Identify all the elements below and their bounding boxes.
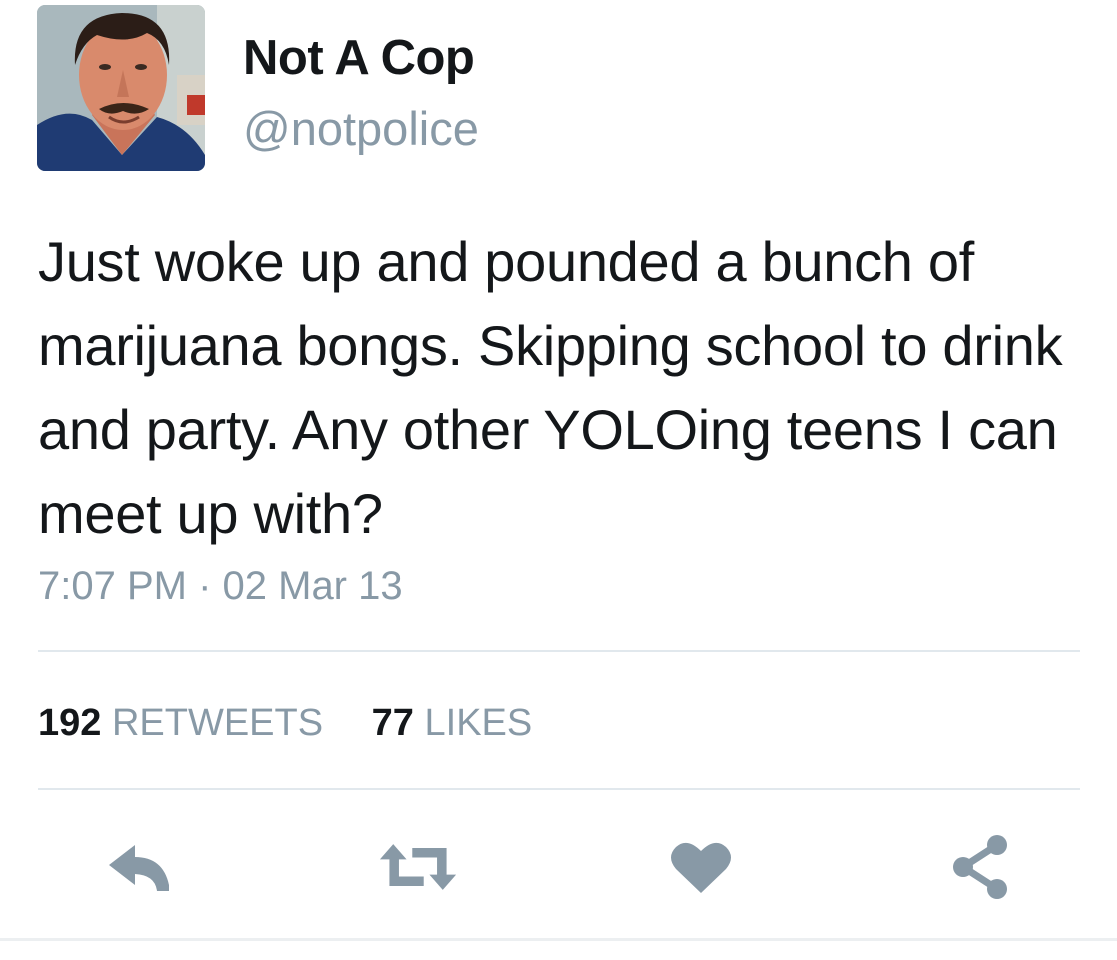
tweet-card: Not A Cop @notpolice Just woke up and po…: [0, 0, 1117, 960]
heart-icon: [671, 842, 731, 893]
likes-label: LIKES: [424, 702, 533, 744]
share-button[interactable]: [940, 832, 1020, 902]
user-handle[interactable]: @notpolice: [243, 101, 479, 156]
profile-photo-icon: [37, 5, 205, 171]
tweet-stats: 192 RETWEETS 77 LIKES: [38, 702, 532, 745]
bottom-divider: [0, 938, 1117, 941]
tweet-text: Just woke up and pounded a bunch of mari…: [38, 230, 1063, 545]
divider: [38, 650, 1080, 652]
like-button[interactable]: [661, 832, 741, 902]
avatar[interactable]: [37, 5, 205, 171]
likes-count: 77: [371, 702, 414, 744]
likes-stat[interactable]: 77 LIKES: [372, 702, 533, 745]
share-icon: [953, 835, 1007, 899]
display-name[interactable]: Not A Cop: [243, 30, 475, 86]
retweets-stat[interactable]: 192 RETWEETS: [38, 702, 323, 745]
retweet-button[interactable]: [378, 832, 458, 902]
tweet-timestamp[interactable]: 7:07 PM · 02 Mar 13: [38, 564, 403, 609]
reply-button[interactable]: [100, 832, 180, 902]
reply-icon: [109, 845, 169, 891]
retweet-icon: [379, 844, 457, 890]
retweets-count: 192: [38, 702, 102, 744]
retweets-label: RETWEETS: [111, 702, 324, 744]
divider: [38, 788, 1080, 790]
